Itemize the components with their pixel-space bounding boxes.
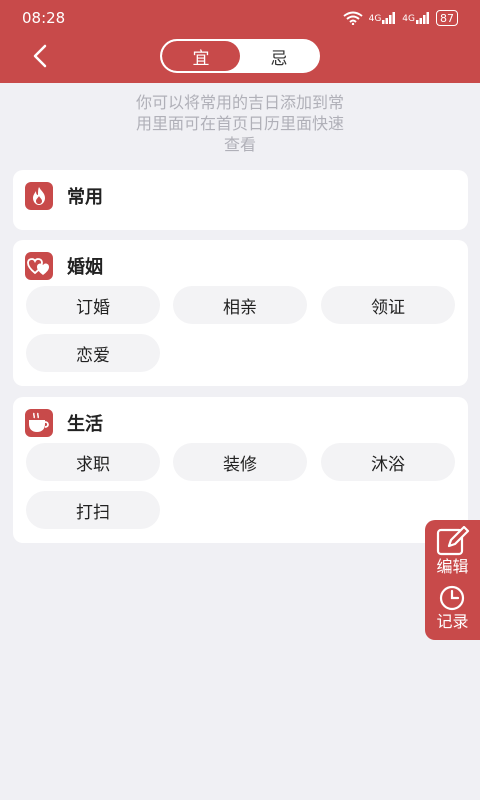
section-title: 常用 (25, 182, 103, 210)
yi-ji-toggle: 宜 忌 (160, 39, 320, 73)
chip-romance[interactable]: 恋爱 (26, 334, 160, 372)
status-bar: 08:28 4G 4G 87 (0, 0, 480, 36)
app-header: 08:28 4G 4G 87 宜 忌 (0, 0, 480, 83)
hearts-icon (25, 252, 53, 280)
edit-label: 编辑 (436, 557, 469, 576)
chip-marriage-license[interactable]: 领证 (321, 286, 455, 324)
chip-bathing[interactable]: 沐浴 (321, 443, 455, 481)
section-card-life: 生活 求职 装修 沐浴 打扫 (13, 397, 468, 543)
side-action-panel: 编辑 记录 (425, 520, 480, 640)
battery-icon: 87 (436, 10, 458, 26)
edit-icon (436, 526, 469, 556)
section-title: 生活 (25, 409, 103, 437)
status-icons: 4G 4G 87 (342, 10, 458, 26)
section-title: 婚姻 (25, 252, 103, 280)
edit-button[interactable]: 编辑 (435, 526, 471, 583)
chip-renovation[interactable]: 装修 (173, 443, 307, 481)
wifi-icon (342, 11, 363, 25)
signal-icon: 4G (369, 12, 397, 24)
chip-engagement[interactable]: 订婚 (26, 286, 160, 324)
hint-text: 你可以将常用的吉日添加到常 用里面可在首页日历里面快速 查看 (135, 93, 344, 154)
cup-icon (25, 409, 53, 437)
signal-icon: 4G (402, 12, 430, 24)
status-time: 08:28 (22, 9, 66, 27)
tab-yi[interactable]: 宜 (162, 41, 240, 71)
history-label: 记录 (436, 612, 469, 631)
chevron-left-icon (33, 44, 47, 68)
section-card-marriage: 婚姻 订婚 相亲 领证 恋爱 (13, 240, 468, 386)
chip-cleaning[interactable]: 打扫 (26, 491, 160, 529)
section-card-common: 常用 (13, 170, 468, 230)
chip-job-hunting[interactable]: 求职 (26, 443, 160, 481)
clock-icon (440, 585, 465, 611)
flame-icon (25, 182, 53, 210)
history-button[interactable]: 记录 (436, 583, 469, 640)
back-button[interactable] (24, 40, 56, 72)
chip-blind-date[interactable]: 相亲 (173, 286, 307, 324)
tab-ji[interactable]: 忌 (240, 41, 318, 71)
